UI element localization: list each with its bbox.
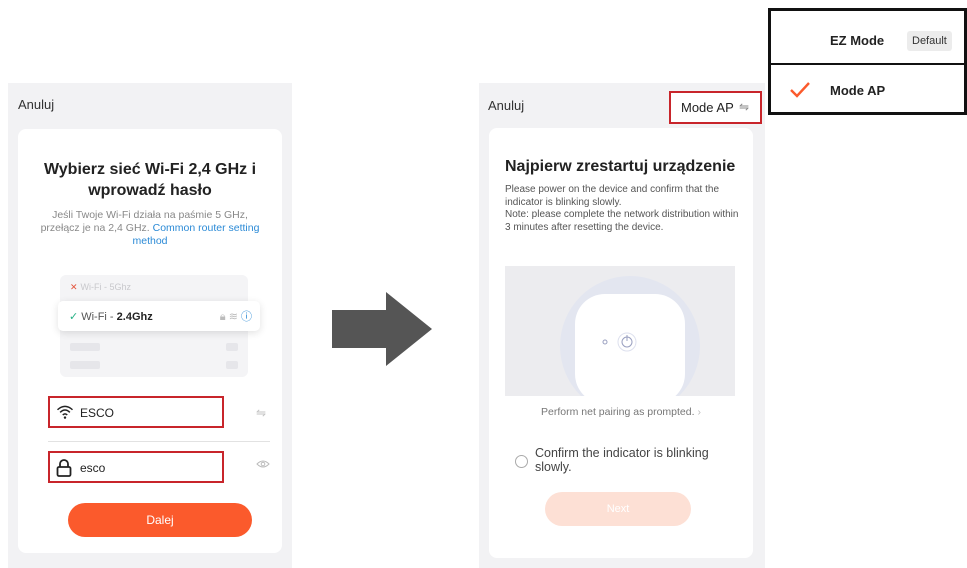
wifi-band-hint: Jeśli Twoje Wi-Fi działa na paśmie 5 GHz… (32, 209, 268, 248)
wifi-setup-screen: Anuluj Wybierz sieć Wi-Fi 2,4 GHz i wpro… (8, 83, 292, 568)
dropdown-option-ez-mode[interactable]: EZ Mode Default (771, 11, 967, 63)
illustration-row (70, 361, 100, 369)
confirm-radio[interactable] (515, 455, 528, 468)
illustration-row (226, 343, 238, 351)
wifi-5ghz-label: Wi-Fi - 5Ghz (80, 282, 132, 292)
password-field[interactable]: esco (48, 451, 224, 483)
password-value: esco (80, 461, 106, 475)
confirm-label: Confirm the indicator is blinking slowly… (535, 446, 709, 474)
wifi-24ghz-label: ✓ Wi-Fi - 2.4Ghz (69, 310, 153, 323)
cancel-button[interactable]: Anuluj (488, 98, 524, 113)
wifi-24ghz-status-icons: 🔒︎ ≋ ⓘ (220, 308, 252, 324)
wifi-5ghz-item: ✕ Wi-Fi - 5Ghz (70, 282, 131, 293)
info-icon: ⓘ (241, 311, 252, 323)
ssid-row: ESCO ⇋ (48, 396, 270, 442)
check-icon: ✓ (69, 311, 79, 323)
illustration-row (226, 361, 238, 369)
wifi-24ghz-band: 2.4Ghz (116, 311, 153, 323)
mode-dropdown: EZ Mode Default Mode AP (768, 8, 967, 115)
default-badge: Default (907, 31, 952, 51)
checkmark-icon (790, 82, 810, 98)
right-arrow-icon (332, 292, 432, 366)
page-title: Najpierw zrestartuj urządzenie (505, 158, 736, 175)
lock-icon (56, 459, 72, 477)
eye-icon[interactable] (256, 459, 270, 469)
wifi-24ghz-item: ✓ Wi-Fi - 2.4Ghz 🔒︎ ≋ ⓘ (58, 301, 260, 331)
next-button[interactable]: Next (545, 492, 691, 526)
net-pairing-text: Perform net pairing as prompted. (541, 406, 695, 418)
router-setting-link[interactable]: Common router setting method (132, 222, 259, 247)
page-title: Wybierz sieć Wi-Fi 2,4 GHz i wprowadź ha… (43, 161, 257, 199)
wifi-form-card: Wybierz sieć Wi-Fi 2,4 GHz i wprowadź ha… (18, 129, 282, 553)
option-label: Mode AP (830, 83, 886, 98)
mode-selector[interactable]: Mode AP ⇋ (669, 91, 762, 124)
device-illustration (505, 266, 735, 396)
option-label: EZ Mode (830, 33, 885, 48)
cross-icon: ✕ (70, 282, 78, 292)
switch-arrows-icon[interactable]: ⇋ (256, 406, 266, 420)
chevron-right-icon: › (697, 406, 701, 418)
reset-instructions-text: Please power on the device and confirm t… (505, 184, 739, 233)
reset-instructions-card: Najpierw zrestartuj urządzenie Please po… (489, 128, 753, 558)
next-button[interactable]: Dalej (68, 503, 252, 537)
net-pairing-link[interactable]: Perform net pairing as prompted. › (489, 406, 753, 418)
wifi-24ghz-prefix: Wi-Fi - (81, 311, 117, 323)
ssid-field[interactable]: ESCO (48, 396, 224, 428)
switch-arrows-icon: ⇋ (739, 100, 750, 114)
wifi-small-icon: ≋ (228, 311, 238, 323)
cancel-button[interactable]: Anuluj (18, 97, 54, 112)
lock-small-icon: 🔒︎ (219, 311, 226, 323)
wifi-icon (56, 405, 74, 419)
ssid-value: ESCO (80, 406, 115, 420)
device-reset-screen: Anuluj Mode AP ⇋ Najpierw zrestartuj urz… (479, 83, 765, 568)
mode-label: Mode AP (681, 100, 734, 115)
illustration-row (70, 343, 100, 351)
